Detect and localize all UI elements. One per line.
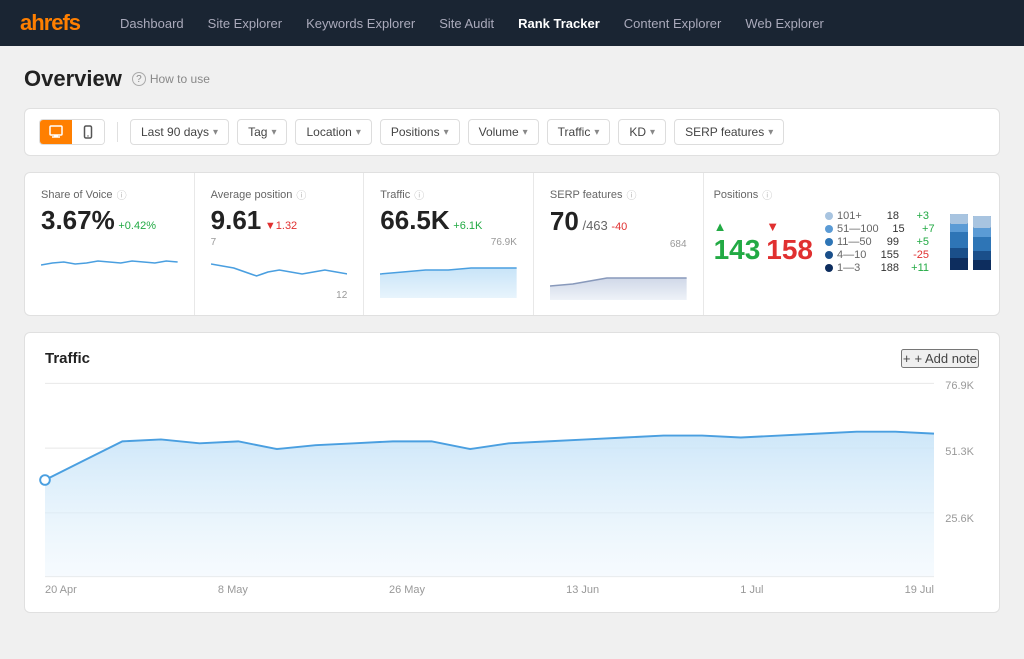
traffic-metric-card: Traffic ⓘ 66.5K +6.1K 76.9K [364,173,534,315]
plus-icon: + [903,351,911,366]
info-icon[interactable]: ⓘ [117,187,127,202]
serp-label: SERP features ⓘ [550,187,687,202]
positions-label: Positions ⓘ [714,187,989,202]
avg-position-card: Average position ⓘ 9.61 ▼1.32 7 12 [195,173,365,315]
chevron-down-icon: ▾ [444,127,449,138]
avg-pos-chart-high: 7 [211,237,217,248]
chevron-down-icon: ▾ [356,127,361,138]
traffic-section: Traffic + + Add note 76.9K 51.3K 25.6K [24,332,1000,613]
positions-filter[interactable]: Positions ▾ [380,119,460,145]
avg-pos-chart [211,254,348,290]
filter-bar: Last 90 days ▾ Tag ▾ Location ▾ Position… [24,108,1000,156]
serp-features-card: SERP features ⓘ 70 /463 -40 684 [534,173,704,315]
positions-down: ▼ 158 [766,219,813,266]
legend-dot-101 [825,212,833,220]
serp-chart-high: 684 [550,239,687,250]
how-to-use-link[interactable]: ? How to use [132,72,210,86]
nav-content-explorer[interactable]: Content Explorer [614,10,732,37]
legend-dot-1 [825,264,833,272]
avg-pos-value: 9.61 ▼1.32 [211,206,348,235]
info-icon[interactable]: ⓘ [414,187,424,202]
serp-mini-chart [550,256,687,300]
positions-up: ▲ 143 [714,219,761,266]
help-icon: ? [132,72,146,86]
legend-row-11: 11—50 99 +5 [825,236,935,248]
nav-site-audit[interactable]: Site Audit [429,10,504,37]
traffic-value: 66.5K +6.1K [380,206,517,235]
sov-chart [41,241,178,277]
info-icon[interactable]: ⓘ [626,187,636,202]
x-label-2: 8 May [218,584,248,596]
chart-x-labels: 20 Apr 8 May 26 May 13 Jun 1 Jul 19 Jul [45,580,934,596]
traffic-chart-svg [45,380,934,580]
nav-links: Dashboard Site Explorer Keywords Explore… [110,10,834,37]
mobile-button[interactable] [72,120,104,144]
chart-y-spacer [934,380,979,596]
location-filter[interactable]: Location ▾ [295,119,371,145]
nav-keywords-explorer[interactable]: Keywords Explorer [296,10,425,37]
traffic-filter[interactable]: Traffic ▾ [547,119,611,145]
desktop-button[interactable] [40,120,72,144]
legend-dot-11 [825,238,833,246]
x-label-3: 26 May [389,584,425,596]
positions-legend: 101+ 18 +3 51—100 15 +7 11—50 99 + [825,210,935,274]
legend-dot-4 [825,251,833,259]
sov-label: Share of Voice ⓘ [41,187,178,202]
legend-row-1: 1—3 188 +11 [825,262,935,274]
traffic-section-title: Traffic [45,350,90,367]
legend-dot-51 [825,225,833,233]
metrics-row: Share of Voice ⓘ 3.67% +0.42% Average po… [24,172,1000,316]
tag-filter[interactable]: Tag ▾ [237,119,287,145]
legend-row-101: 101+ 18 +3 [825,210,935,222]
add-note-button[interactable]: + + Add note [901,349,979,368]
nav-dashboard[interactable]: Dashboard [110,10,194,37]
legend-row-4: 4—10 155 -25 [825,249,935,261]
avg-pos-label: Average position ⓘ [211,187,348,202]
last-days-filter[interactable]: Last 90 days ▾ [130,119,229,145]
info-icon[interactable]: ⓘ [762,187,772,202]
x-label-6: 19 Jul [905,584,934,596]
sov-value: 3.67% +0.42% [41,206,178,235]
kd-filter[interactable]: KD ▾ [618,119,666,145]
chevron-down-icon: ▾ [271,127,276,138]
nav-rank-tracker[interactable]: Rank Tracker [508,10,610,37]
serp-features-filter[interactable]: SERP features ▾ [674,119,784,145]
x-label-4: 13 Jun [566,584,599,596]
x-label-1: 20 Apr [45,584,77,596]
nav-site-explorer[interactable]: Site Explorer [198,10,292,37]
share-of-voice-card: Share of Voice ⓘ 3.67% +0.42% [25,173,195,315]
traffic-label: Traffic ⓘ [380,187,517,202]
chevron-down-icon: ▾ [523,127,528,138]
traffic-mini-chart [380,254,517,298]
avg-pos-chart-low: 12 [336,290,347,301]
device-toggle [39,119,105,145]
traffic-chart-header: Traffic + + Add note [45,349,979,368]
positions-bar-chart [945,212,995,272]
chart-area: 76.9K 51.3K 25.6K [45,380,934,596]
x-label-5: 1 Jul [740,584,763,596]
how-to-use-label: How to use [150,72,210,86]
traffic-chart-high: 76.9K [380,237,517,248]
chevron-down-icon: ▾ [650,127,655,138]
info-icon[interactable]: ⓘ [296,187,306,202]
positions-card: Positions ⓘ ▲ 143 ▼ 158 101+ 18 [704,173,999,315]
serp-value-row: 70 /463 -40 [550,206,687,237]
main-content: Overview ? How to use Last 90 days ▾ Tag… [0,46,1024,633]
chevron-down-icon: ▾ [768,127,773,138]
nav-web-explorer[interactable]: Web Explorer [735,10,834,37]
chevron-down-icon: ▾ [594,127,599,138]
divider [117,122,118,142]
logo: ahrefs [20,10,80,36]
page-title: Overview [24,66,122,92]
chart-container: 76.9K 51.3K 25.6K [45,380,979,596]
legend-row-51: 51—100 15 +7 [825,223,935,235]
chevron-down-icon: ▾ [213,127,218,138]
navigation: ahrefs Dashboard Site Explorer Keywords … [0,0,1024,46]
volume-filter[interactable]: Volume ▾ [468,119,539,145]
add-note-label: + Add note [914,351,977,366]
page-header: Overview ? How to use [24,66,1000,92]
